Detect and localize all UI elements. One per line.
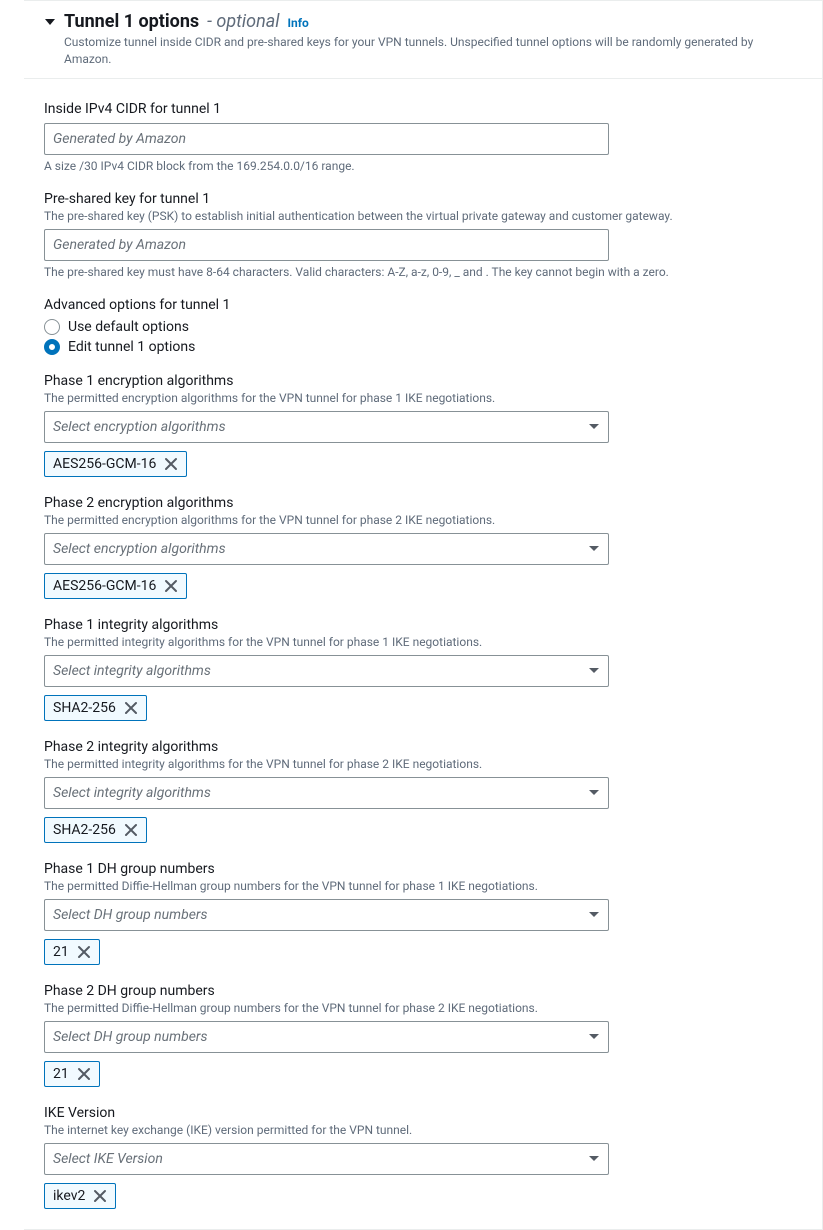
select-placeholder: Select encryption algorithms xyxy=(53,419,226,435)
radio-edit-label: Edit tunnel 1 options xyxy=(68,339,195,355)
token-label: AES256-GCM-16 xyxy=(53,456,156,472)
panel-header: Tunnel 1 options - optional Info Customi… xyxy=(24,1,822,79)
p1-integrity-tokens: SHA2-256 xyxy=(44,695,802,721)
ike-version-tokens: ikev2 xyxy=(44,1183,802,1209)
p1-dh-description: The permitted Diffie-Hellman group numbe… xyxy=(44,879,802,893)
close-icon[interactable] xyxy=(164,579,178,593)
p2-dh-description: The permitted Diffie-Hellman group numbe… xyxy=(44,1001,802,1015)
radio-edit-options[interactable]: Edit tunnel 1 options xyxy=(44,339,802,355)
p2-integrity-label: Phase 2 integrity algorithms xyxy=(44,739,802,755)
p2-integrity-select[interactable]: Select integrity algorithms xyxy=(44,777,609,809)
psk-label: Pre-shared key for tunnel 1 xyxy=(44,191,802,207)
p1-dh-label: Phase 1 DH group numbers xyxy=(44,861,802,877)
p2-dh-tokens: 21 xyxy=(44,1061,802,1087)
psk-field: Pre-shared key for tunnel 1 The pre-shar… xyxy=(44,191,802,279)
p2-integrity-tokens: SHA2-256 xyxy=(44,817,802,843)
inside-cidr-label: Inside IPv4 CIDR for tunnel 1 xyxy=(44,101,802,117)
select-placeholder: Select IKE Version xyxy=(53,1151,163,1167)
p1-dh-field: Phase 1 DH group numbers The permitted Di… xyxy=(44,861,802,965)
p1-integrity-label: Phase 1 integrity algorithms xyxy=(44,617,802,633)
caret-down-icon[interactable] xyxy=(44,16,56,28)
token: 21 xyxy=(44,939,100,965)
panel-description: Customize tunnel inside CIDR and pre-sha… xyxy=(64,34,802,68)
panel-body: Inside IPv4 CIDR for tunnel 1 A size /30… xyxy=(24,79,822,1229)
radio-icon xyxy=(44,339,60,355)
close-icon[interactable] xyxy=(164,457,178,471)
chevron-down-icon xyxy=(588,1151,600,1167)
ike-version-description: The internet key exchange (IKE) version … xyxy=(44,1123,802,1137)
radio-use-default[interactable]: Use default options xyxy=(44,319,802,335)
inside-cidr-input[interactable] xyxy=(44,123,609,155)
select-placeholder: Select DH group numbers xyxy=(53,1029,208,1045)
p1-encryption-label: Phase 1 encryption algorithms xyxy=(44,373,802,389)
close-icon[interactable] xyxy=(77,945,91,959)
info-link[interactable]: Info xyxy=(287,16,308,30)
p1-encryption-description: The permitted encryption algorithms for … xyxy=(44,391,802,405)
p1-integrity-description: The permitted integrity algorithms for t… xyxy=(44,635,802,649)
optional-tag: - optional xyxy=(207,11,279,32)
select-placeholder: Select DH group numbers xyxy=(53,907,208,923)
psk-help: The pre-shared key must have 8-64 charac… xyxy=(44,265,802,279)
p2-encryption-description: The permitted encryption algorithms for … xyxy=(44,513,802,527)
ike-version-field: IKE Version The internet key exchange (IK… xyxy=(44,1105,802,1209)
chevron-down-icon xyxy=(588,1029,600,1045)
p1-integrity-field: Phase 1 integrity algorithms The permitte… xyxy=(44,617,802,721)
p2-dh-select[interactable]: Select DH group numbers xyxy=(44,1021,609,1053)
p1-encryption-select[interactable]: Select encryption algorithms xyxy=(44,411,609,443)
p2-dh-label: Phase 2 DH group numbers xyxy=(44,983,802,999)
token-label: SHA2-256 xyxy=(53,700,116,716)
p2-encryption-select[interactable]: Select encryption algorithms xyxy=(44,533,609,565)
p2-integrity-description: The permitted integrity algorithms for t… xyxy=(44,757,802,771)
select-placeholder: Select integrity algorithms xyxy=(53,785,211,801)
p2-encryption-label: Phase 2 encryption algorithms xyxy=(44,495,802,511)
token: 21 xyxy=(44,1061,100,1087)
token: SHA2-256 xyxy=(44,817,147,843)
p2-encryption-tokens: AES256-GCM-16 xyxy=(44,573,802,599)
p2-encryption-field: Phase 2 encryption algorithms The permitt… xyxy=(44,495,802,599)
token: AES256-GCM-16 xyxy=(44,573,187,599)
p1-integrity-select[interactable]: Select integrity algorithms xyxy=(44,655,609,687)
advanced-label: Advanced options for tunnel 1 xyxy=(44,297,802,313)
psk-input[interactable] xyxy=(44,229,609,261)
radio-icon xyxy=(44,319,60,335)
p2-dh-field: Phase 2 DH group numbers The permitted Di… xyxy=(44,983,802,1087)
close-icon[interactable] xyxy=(77,1067,91,1081)
select-placeholder: Select integrity algorithms xyxy=(53,663,211,679)
token-label: ikev2 xyxy=(53,1188,85,1204)
p1-encryption-field: Phase 1 encryption algorithms The permitt… xyxy=(44,373,802,477)
advanced-options-field: Advanced options for tunnel 1 Use defaul… xyxy=(44,297,802,355)
psk-description: The pre-shared key (PSK) to establish in… xyxy=(44,209,802,223)
token: AES256-GCM-16 xyxy=(44,451,187,477)
chevron-down-icon xyxy=(588,541,600,557)
panel-title: Tunnel 1 options xyxy=(64,11,199,32)
ike-version-label: IKE Version xyxy=(44,1105,802,1121)
ike-version-select[interactable]: Select IKE Version xyxy=(44,1143,609,1175)
p1-encryption-tokens: AES256-GCM-16 xyxy=(44,451,802,477)
close-icon[interactable] xyxy=(124,701,138,715)
p2-integrity-field: Phase 2 integrity algorithms The permitte… xyxy=(44,739,802,843)
radio-default-label: Use default options xyxy=(68,319,189,335)
p1-dh-tokens: 21 xyxy=(44,939,802,965)
token-label: 21 xyxy=(53,1066,69,1082)
token-label: 21 xyxy=(53,944,69,960)
close-icon[interactable] xyxy=(93,1189,107,1203)
token-label: SHA2-256 xyxy=(53,822,116,838)
inside-cidr-field: Inside IPv4 CIDR for tunnel 1 A size /30… xyxy=(44,101,802,173)
p1-dh-select[interactable]: Select DH group numbers xyxy=(44,899,609,931)
chevron-down-icon xyxy=(588,419,600,435)
token: ikev2 xyxy=(44,1183,116,1209)
token-label: AES256-GCM-16 xyxy=(53,578,156,594)
tunnel1-options-panel: Tunnel 1 options - optional Info Customi… xyxy=(24,0,823,1230)
inside-cidr-help: A size /30 IPv4 CIDR block from the 169.… xyxy=(44,159,802,173)
token: SHA2-256 xyxy=(44,695,147,721)
chevron-down-icon xyxy=(588,785,600,801)
select-placeholder: Select encryption algorithms xyxy=(53,541,226,557)
chevron-down-icon xyxy=(588,663,600,679)
close-icon[interactable] xyxy=(124,823,138,837)
chevron-down-icon xyxy=(588,907,600,923)
